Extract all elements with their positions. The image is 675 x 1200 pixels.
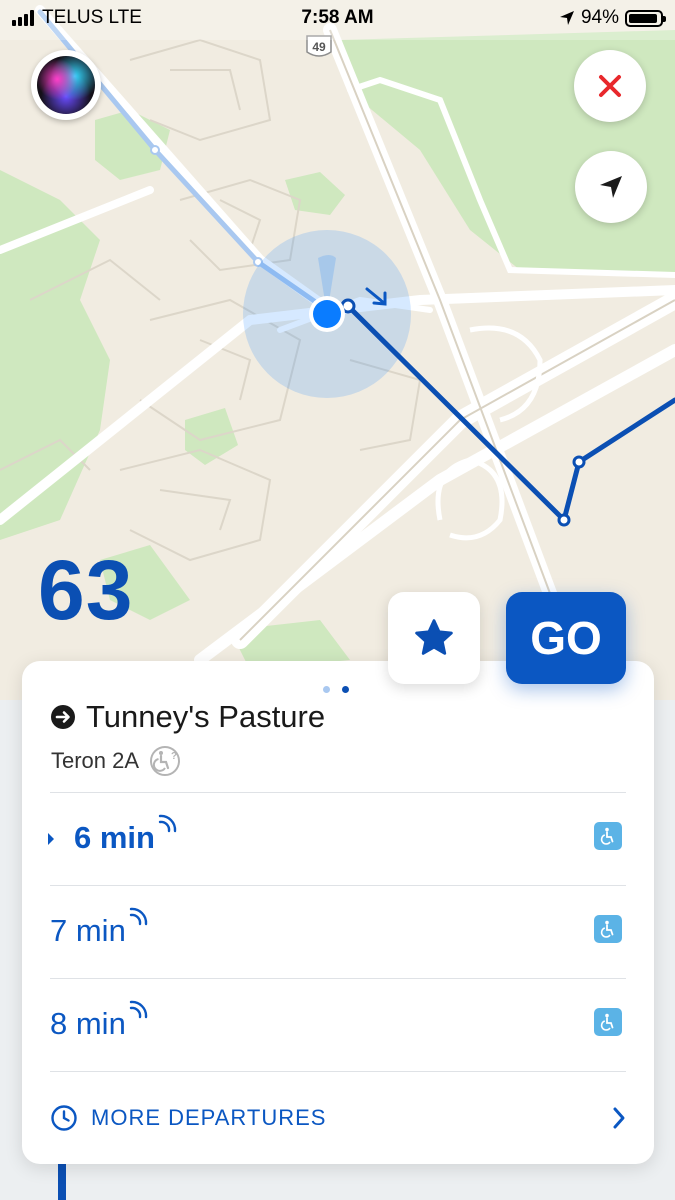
close-x-icon [599,75,621,97]
more-departures-button[interactable]: MORE DEPARTURES [22,1071,654,1164]
status-bar: TELUS LTE 7:58 AM 94% [0,0,675,36]
departure-time: 7 min [50,907,148,949]
go-button[interactable]: GO [506,592,626,684]
realtime-signal-icon [129,907,148,926]
destination-name: Tunney's Pasture [86,699,326,734]
departures-card[interactable]: Tunney's Pasture Teron 2A ? 6 min 7 min [22,661,654,1164]
stop-row: Teron 2A ? [51,745,181,777]
wheelchair-accessible-icon [594,1008,622,1036]
clock-icon [51,1105,77,1131]
accessibility-unknown-icon: ? [150,746,181,776]
battery-percent: 94% [580,7,619,28]
wheelchair-accessible-icon [594,822,622,850]
chevron-right-icon [613,1107,625,1129]
more-departures-label: MORE DEPARTURES [91,1105,327,1130]
svg-text:49: 49 [312,40,326,54]
arrow-right-circle-icon [51,705,75,729]
route-stripe [58,1160,66,1200]
location-arrow-icon [600,176,622,198]
departure-time: 6 min [74,814,177,856]
realtime-signal-icon [129,1000,148,1019]
wheelchair-accessible-icon [594,915,622,943]
user-location-dot [309,296,345,332]
favorite-button[interactable] [388,592,480,684]
page-dot-1 [323,686,330,693]
svg-text:?: ? [171,751,177,762]
stop-name: Teron 2A [51,748,140,773]
close-button[interactable] [574,50,646,122]
page-dot-2 [342,686,349,693]
battery-icon [625,9,666,27]
star-icon [415,619,453,655]
departure-time: 8 min [50,1000,148,1042]
destination-row: Tunney's Pasture [50,699,325,735]
recenter-location-button[interactable] [575,151,647,223]
route-number: 63 [38,543,134,637]
page-indicator[interactable] [323,686,349,693]
siri-icon [37,56,95,114]
selected-caret-icon [48,833,54,845]
location-services-icon [559,11,574,25]
departure-row[interactable]: 7 min [22,885,654,978]
siri-button[interactable] [31,50,101,120]
departure-row[interactable]: 8 min [22,978,654,1071]
departure-row[interactable]: 6 min [22,792,654,885]
realtime-signal-icon [158,814,177,833]
